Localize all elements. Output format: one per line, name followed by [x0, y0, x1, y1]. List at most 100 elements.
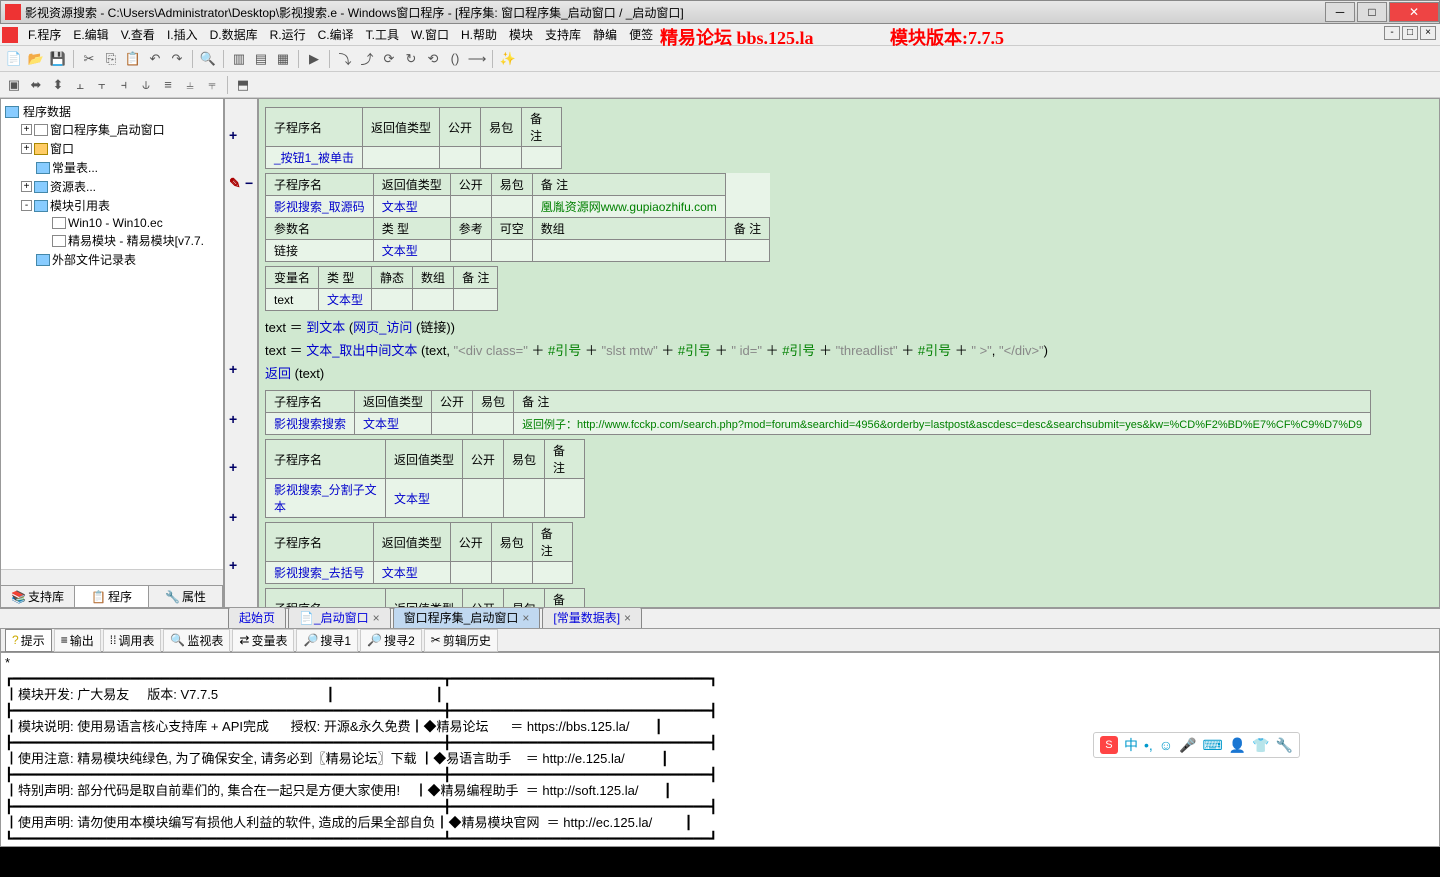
menu-insert[interactable]: I.插入 [161, 24, 204, 45]
step7-icon[interactable]: ⟶ [467, 49, 487, 69]
menu-compile[interactable]: C.编译 [312, 24, 360, 45]
edit-pen-icon[interactable]: ✎ [229, 175, 241, 192]
menu-program[interactable]: F.程序 [22, 24, 67, 45]
sub-name[interactable]: 影视搜索_去括号 [266, 562, 374, 584]
fold-plus-icon[interactable]: + [229, 459, 237, 475]
open-icon[interactable]: 📂 [26, 49, 46, 69]
left-tab-program[interactable]: 📋程序 [75, 586, 149, 607]
tree-item[interactable]: 资源表... [50, 178, 96, 195]
align4-icon[interactable]: ⫠ [70, 75, 90, 95]
btab-output[interactable]: ≡输出 [54, 629, 101, 652]
tree-expand-icon[interactable]: + [21, 124, 32, 135]
menu-window[interactable]: W.窗口 [405, 24, 455, 45]
ime-skin-icon[interactable]: 👕 [1252, 737, 1269, 754]
btab-search1[interactable]: 🔎搜寻1 [296, 629, 358, 652]
tree-item[interactable]: 外部文件记录表 [52, 251, 136, 268]
btab-watch[interactable]: 🔍监视表 [163, 629, 230, 652]
align7-icon[interactable]: ⫝ [136, 75, 156, 95]
close-tab-icon[interactable]: × [522, 611, 529, 625]
btab-calls[interactable]: ⁞⁞调用表 [103, 629, 162, 652]
menu-module[interactable]: 模块 [503, 24, 539, 45]
ime-logo-icon[interactable]: S [1100, 736, 1118, 754]
fold-plus-icon[interactable]: + [229, 557, 237, 573]
editor-tab-window[interactable]: 📄_启动窗口× [288, 606, 391, 628]
editor-tab-start[interactable]: 起始页 [228, 606, 286, 628]
menu-view[interactable]: V.查看 [115, 24, 161, 45]
left-tab-support[interactable]: 📚支持库 [1, 586, 75, 607]
align11-icon[interactable]: ⬒ [233, 75, 253, 95]
fold-plus-icon[interactable]: + [229, 411, 237, 427]
editor-tab-const[interactable]: [常量数据表]× [542, 606, 642, 628]
undo-icon[interactable]: ↶ [145, 49, 165, 69]
wand-icon[interactable]: ✨ [498, 49, 518, 69]
ime-keyboard-icon[interactable]: ⌨ [1202, 737, 1222, 754]
align3-icon[interactable]: ⬍ [48, 75, 68, 95]
sub-name[interactable]: 影视搜索_分割子文本 [266, 479, 386, 518]
fold-plus-icon[interactable]: + [229, 509, 237, 525]
ime-toolbar[interactable]: S 中 •, ☺ 🎤 ⌨ 👤 👕 🔧 [1093, 732, 1300, 758]
layout1-icon[interactable]: ▥ [229, 49, 249, 69]
code-editor[interactable]: + ✎ − + + + + + 子程序名返回值类型公开易包备 注 _按钮1_被单… [224, 98, 1440, 608]
menu-run[interactable]: R.运行 [264, 24, 312, 45]
code-line[interactable]: text ＝ 到文本 (网页_访问 (链接)) [265, 315, 1431, 338]
btab-hint[interactable]: ?提示 [5, 629, 52, 652]
left-tab-props[interactable]: 🔧属性 [149, 586, 223, 607]
mdi-close[interactable]: × [1420, 26, 1436, 40]
step5-icon[interactable]: ⟲ [423, 49, 443, 69]
align10-icon[interactable]: ⫧ [202, 75, 222, 95]
layout3-icon[interactable]: ▦ [273, 49, 293, 69]
tree-expand-icon[interactable]: + [21, 143, 32, 154]
tree-item[interactable]: 模块引用表 [50, 197, 110, 214]
mdi-minimize[interactable]: - [1384, 26, 1400, 40]
tree-item[interactable]: 窗口 [50, 140, 74, 157]
align5-icon[interactable]: ⫟ [92, 75, 112, 95]
editor-tab-progset[interactable]: 窗口程序集_启动窗口× [393, 606, 541, 628]
ime-mic-icon[interactable]: 🎤 [1179, 737, 1196, 754]
tree-item[interactable]: Win10 - Win10.ec [68, 216, 163, 230]
mdi-restore[interactable]: □ [1402, 26, 1418, 40]
step3-icon[interactable]: ⟳ [379, 49, 399, 69]
save-icon[interactable]: 💾 [48, 49, 68, 69]
tree-item[interactable]: 常量表... [52, 159, 98, 176]
sub-name[interactable]: 影视搜索搜索 [266, 413, 355, 435]
taskbar[interactable] [0, 847, 1440, 877]
btab-vars[interactable]: ⇄变量表 [232, 629, 294, 652]
tree-item[interactable]: 窗口程序集_启动窗口 [50, 121, 165, 138]
ime-tool-icon[interactable]: 🔧 [1276, 737, 1293, 754]
sub-name[interactable]: 影视搜索_取源码 [266, 196, 374, 218]
close-button[interactable]: ✕ [1389, 2, 1439, 22]
redo-icon[interactable]: ↷ [167, 49, 187, 69]
btab-clip[interactable]: ✂剪辑历史 [424, 629, 498, 652]
find-icon[interactable]: 🔍 [198, 49, 218, 69]
fold-plus-icon[interactable]: + [229, 127, 237, 143]
tree-collapse-icon[interactable]: - [21, 200, 32, 211]
project-tree[interactable]: 程序数据 +窗口程序集_启动窗口 +窗口 常量表... +资源表... -模块引… [1, 99, 223, 569]
align2-icon[interactable]: ⬌ [26, 75, 46, 95]
menu-edit[interactable]: E.编辑 [67, 24, 114, 45]
step6-icon[interactable]: () [445, 49, 465, 69]
align9-icon[interactable]: ⫨ [180, 75, 200, 95]
fold-plus-icon[interactable]: + [229, 361, 237, 377]
close-tab-icon[interactable]: × [624, 611, 631, 625]
close-tab-icon[interactable]: × [373, 611, 380, 625]
new-icon[interactable]: 📄 [4, 49, 24, 69]
align8-icon[interactable]: ≡ [158, 75, 178, 95]
align6-icon[interactable]: ⫞ [114, 75, 134, 95]
menu-notes[interactable]: 便签 [623, 24, 659, 45]
ime-punct-icon[interactable]: •, [1144, 737, 1153, 753]
step1-icon[interactable]: ⤵ [335, 49, 355, 69]
ime-lang-label[interactable]: 中 [1124, 735, 1138, 755]
btab-search2[interactable]: 🔎搜寻2 [360, 629, 422, 652]
code-line[interactable]: text ＝ 文本_取出中间文本 (text, "<div class=" ＋ … [265, 338, 1431, 361]
menu-tools[interactable]: T.工具 [360, 24, 405, 45]
code-line[interactable]: 返回 (text) [265, 361, 1431, 384]
tree-expand-icon[interactable]: + [21, 181, 32, 192]
tree-item[interactable]: 精易模块 - 精易模块[v7.7. [68, 232, 204, 249]
step4-icon[interactable]: ↻ [401, 49, 421, 69]
paste-icon[interactable]: 📋 [123, 49, 143, 69]
cut-icon[interactable]: ✂ [79, 49, 99, 69]
menu-help[interactable]: H.帮助 [455, 24, 503, 45]
layout2-icon[interactable]: ▤ [251, 49, 271, 69]
menu-database[interactable]: D.数据库 [204, 24, 264, 45]
fold-minus-icon[interactable]: − [245, 175, 253, 191]
